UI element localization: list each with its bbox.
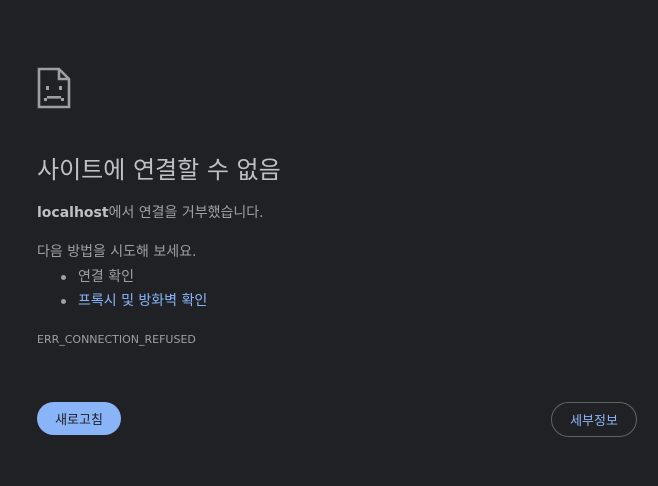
sad-document-icon (37, 67, 71, 109)
suggestion-check-proxy-firewall-link[interactable]: 프록시 및 방화벽 확인 (60, 289, 207, 313)
error-code: ERR_CONNECTION_REFUSED (37, 333, 196, 346)
error-summary: localhost에서 연결을 거부했습니다. (37, 203, 264, 223)
suggestions-list: 연결 확인 프록시 및 방화벽 확인 (37, 265, 207, 313)
suggestions-heading: 다음 방법을 시도해 보세요. (37, 244, 197, 260)
suggestion-check-connection: 연결 확인 (60, 265, 207, 289)
reload-button[interactable]: 새로고침 (37, 402, 121, 435)
details-button[interactable]: 세부정보 (551, 402, 637, 437)
summary-text: 에서 연결을 거부했습니다. (108, 205, 264, 221)
host-name: localhost (37, 205, 109, 221)
page-title: 사이트에 연결할 수 없음 (37, 156, 281, 184)
